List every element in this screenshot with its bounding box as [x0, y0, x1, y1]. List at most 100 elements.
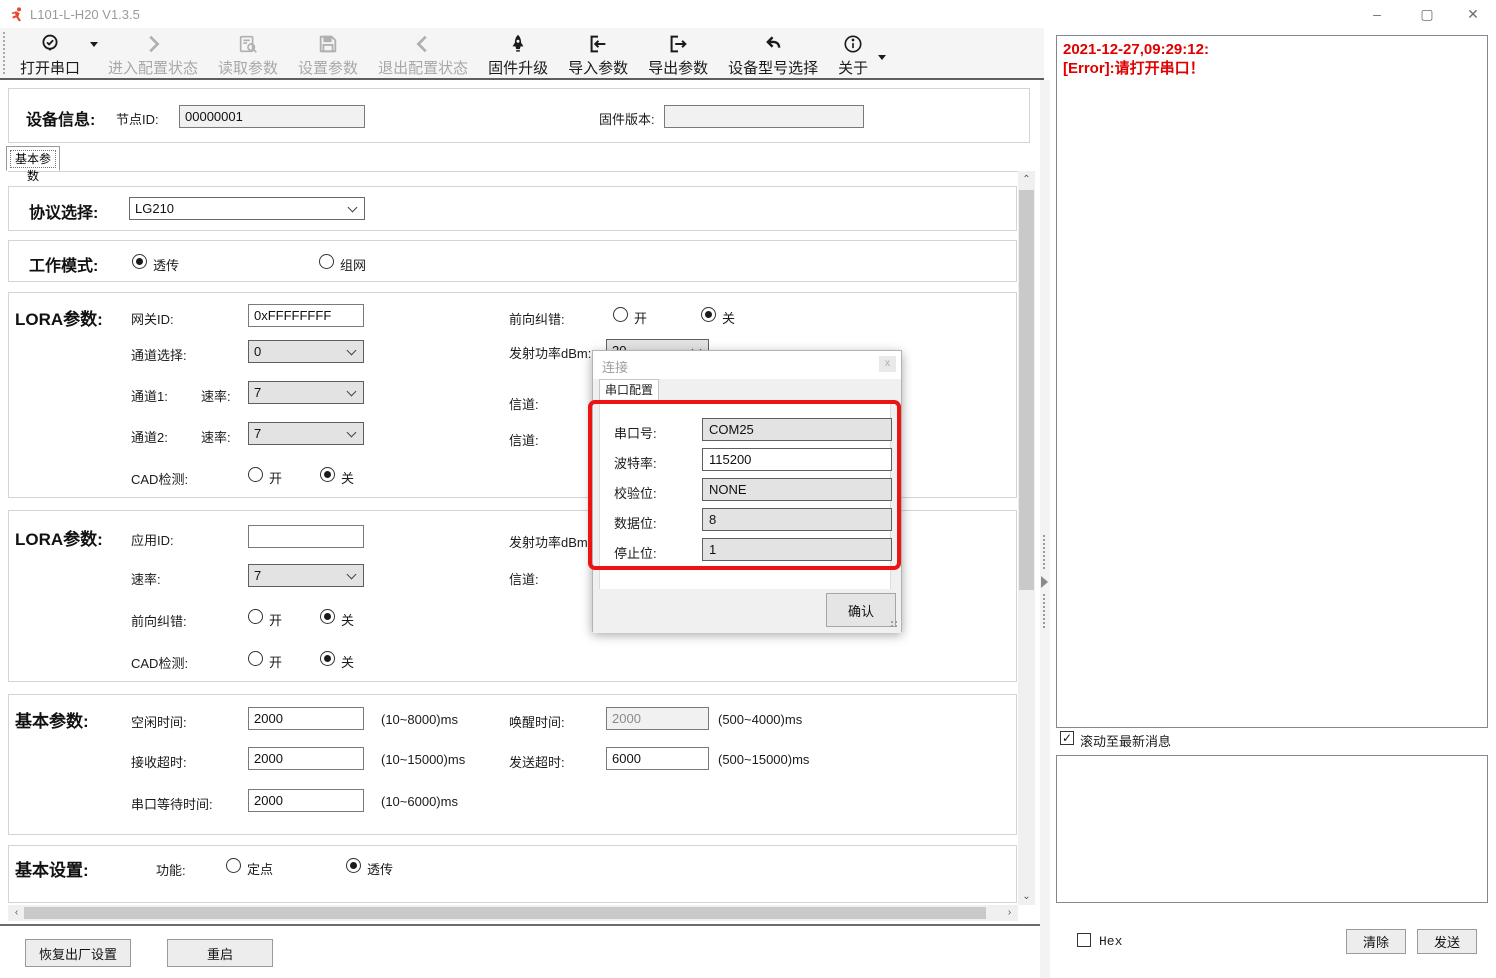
- clear-button[interactable]: 清除: [1346, 929, 1406, 954]
- channel2-freq-label: 信道:: [509, 430, 539, 449]
- bottom-divider: [0, 924, 1040, 926]
- scroll-down-arrow[interactable]: ⌄: [1018, 891, 1035, 902]
- function-radio-fixed[interactable]: [226, 858, 241, 873]
- horizontal-scrollbar[interactable]: ‹ ›: [8, 905, 1018, 921]
- toolbar-import-params[interactable]: 导入参数: [558, 28, 638, 78]
- toolbar-device-model[interactable]: 设备型号选择: [718, 28, 828, 78]
- rx-timeout-field[interactable]: 2000: [248, 747, 364, 770]
- send-button[interactable]: 发送: [1417, 929, 1477, 954]
- panel-splitter[interactable]: [1040, 80, 1050, 978]
- vertical-scroll-thumb[interactable]: [1019, 190, 1034, 590]
- scroll-left-arrow[interactable]: ‹: [8, 907, 25, 918]
- toolbar-read-params[interactable]: 读取参数: [208, 28, 288, 78]
- fec2-radio-off[interactable]: [320, 609, 335, 624]
- resize-grip[interactable]: [891, 621, 899, 629]
- cad1-radio-off[interactable]: [320, 467, 335, 482]
- chevron-down-icon: [347, 570, 357, 580]
- protocol-section: 协议选择: LG210: [8, 186, 1017, 231]
- toolbar-firmware-upgrade[interactable]: 固件升级: [478, 28, 558, 78]
- idle-time-label: 空闲时间:: [131, 712, 187, 731]
- channel2-rate-label: 速率:: [201, 427, 231, 446]
- work-mode-radio-network[interactable]: [319, 254, 334, 269]
- function-radio-transparent[interactable]: [346, 858, 361, 873]
- channel1-label: 通道1:: [131, 386, 168, 405]
- fec2-on-label: 开: [269, 610, 282, 629]
- function-fixed-label: 定点: [247, 859, 273, 878]
- protocol-label: 协议选择:: [29, 199, 98, 223]
- rx-timeout-hint: (10~15000)ms: [381, 752, 465, 767]
- log-timestamp: 2021-12-27,09:29:12:: [1063, 40, 1481, 59]
- dialog-close-icon[interactable]: x: [879, 356, 896, 372]
- work-mode-radio-transparent[interactable]: [132, 254, 147, 269]
- about-dropdown-caret[interactable]: [878, 55, 886, 60]
- close-button[interactable]: ✕: [1450, 0, 1496, 28]
- toolbar-exit-config[interactable]: 退出配置状态: [368, 28, 478, 78]
- send-input-area[interactable]: [1056, 755, 1488, 903]
- channel-select[interactable]: 0: [248, 340, 364, 363]
- cad1-radio-on[interactable]: [248, 467, 263, 482]
- cad2-off-label: 关: [341, 652, 354, 671]
- fec2-radio-on[interactable]: [248, 609, 263, 624]
- factory-reset-button[interactable]: 恢复出厂设置: [25, 939, 131, 967]
- toolbar-grip: [3, 32, 5, 74]
- toolbar-export-params[interactable]: 导出参数: [638, 28, 718, 78]
- horizontal-scroll-thumb[interactable]: [24, 907, 986, 919]
- toolbar-about[interactable]: 关于: [828, 28, 878, 78]
- fec2-off-label: 关: [341, 610, 354, 629]
- maximize-button[interactable]: ▢: [1404, 0, 1450, 28]
- fec1-on-label: 开: [634, 308, 647, 327]
- firmware-version-field[interactable]: [664, 105, 864, 128]
- rate2-label: 速率:: [131, 569, 161, 588]
- scroll-latest-checkbox[interactable]: ✓: [1060, 731, 1074, 745]
- tab-serial-config[interactable]: 串口配置: [599, 379, 659, 401]
- tab-basic-params-label: 基本参数: [10, 150, 56, 168]
- chevron-down-icon: [347, 387, 357, 397]
- cad2-radio-on[interactable]: [248, 651, 263, 666]
- restart-button[interactable]: 重启: [167, 939, 273, 967]
- idle-time-field[interactable]: 2000: [248, 707, 364, 730]
- toolbar-set-params[interactable]: 设置参数: [288, 28, 368, 78]
- chevron-down-icon: [348, 203, 358, 213]
- hex-checkbox[interactable]: [1077, 933, 1091, 947]
- collapse-arrow-icon[interactable]: [1041, 576, 1048, 588]
- channel1-rate-select[interactable]: 7: [248, 381, 364, 404]
- open-port-icon: [39, 31, 61, 57]
- toolbar-enter-config[interactable]: 进入配置状态: [98, 28, 208, 78]
- wake-time-label: 唤醒时间:: [509, 712, 565, 731]
- tx-timeout-field[interactable]: 6000: [606, 747, 709, 770]
- basic-params-label: 基本参数:: [15, 707, 89, 732]
- wake-time-hint: (500~4000)ms: [718, 712, 802, 727]
- tab-basic-params[interactable]: 基本参数: [6, 146, 60, 171]
- log-error-message: [Error]:请打开串口！: [1063, 59, 1481, 78]
- tx-timeout-label: 发送超时:: [509, 752, 565, 771]
- scroll-right-arrow[interactable]: ›: [1001, 907, 1018, 918]
- tx-power1-label: 发射功率dBm:: [509, 343, 591, 362]
- channel2-rate-select[interactable]: 7: [248, 422, 364, 445]
- vertical-scrollbar[interactable]: ⌃ ⌄: [1018, 171, 1035, 905]
- protocol-select[interactable]: LG210: [129, 197, 365, 220]
- node-id-field[interactable]: 00000001: [179, 105, 365, 128]
- basic-settings-section: 基本设置: 功能: 定点 透传: [8, 845, 1017, 903]
- uart-wait-label: 串口等待时间:: [131, 794, 213, 813]
- title-bar: L101-L-H20 V1.3.5 – ▢ ✕: [0, 0, 1496, 28]
- confirm-button[interactable]: 确认: [826, 593, 896, 627]
- basic-settings-label: 基本设置:: [15, 856, 89, 881]
- fec1-radio-off[interactable]: [701, 307, 716, 322]
- firmware-upgrade-icon: [507, 31, 529, 57]
- uart-wait-field[interactable]: 2000: [248, 789, 364, 812]
- hex-label: Hex: [1099, 934, 1122, 949]
- open-port-dropdown-caret[interactable]: [90, 42, 98, 47]
- cad2-radio-off[interactable]: [320, 651, 335, 666]
- toolbar-open-port[interactable]: 打开串口: [10, 28, 90, 78]
- message-log[interactable]: 2021-12-27,09:29:12: [Error]:请打开串口！: [1056, 35, 1488, 728]
- app-id-label: 应用ID:: [131, 530, 174, 549]
- app-id-field[interactable]: [248, 525, 364, 548]
- rate2-select[interactable]: 7: [248, 564, 364, 587]
- fec1-radio-on[interactable]: [613, 307, 628, 322]
- channel1-freq-label: 信道:: [509, 394, 539, 413]
- minimize-button[interactable]: –: [1354, 0, 1400, 28]
- device-info-label: 设备信息:: [26, 106, 95, 130]
- gateway-id-field[interactable]: 0xFFFFFFFF: [248, 304, 364, 327]
- scroll-up-arrow[interactable]: ⌃: [1018, 174, 1035, 185]
- channel1-rate-label: 速率:: [201, 386, 231, 405]
